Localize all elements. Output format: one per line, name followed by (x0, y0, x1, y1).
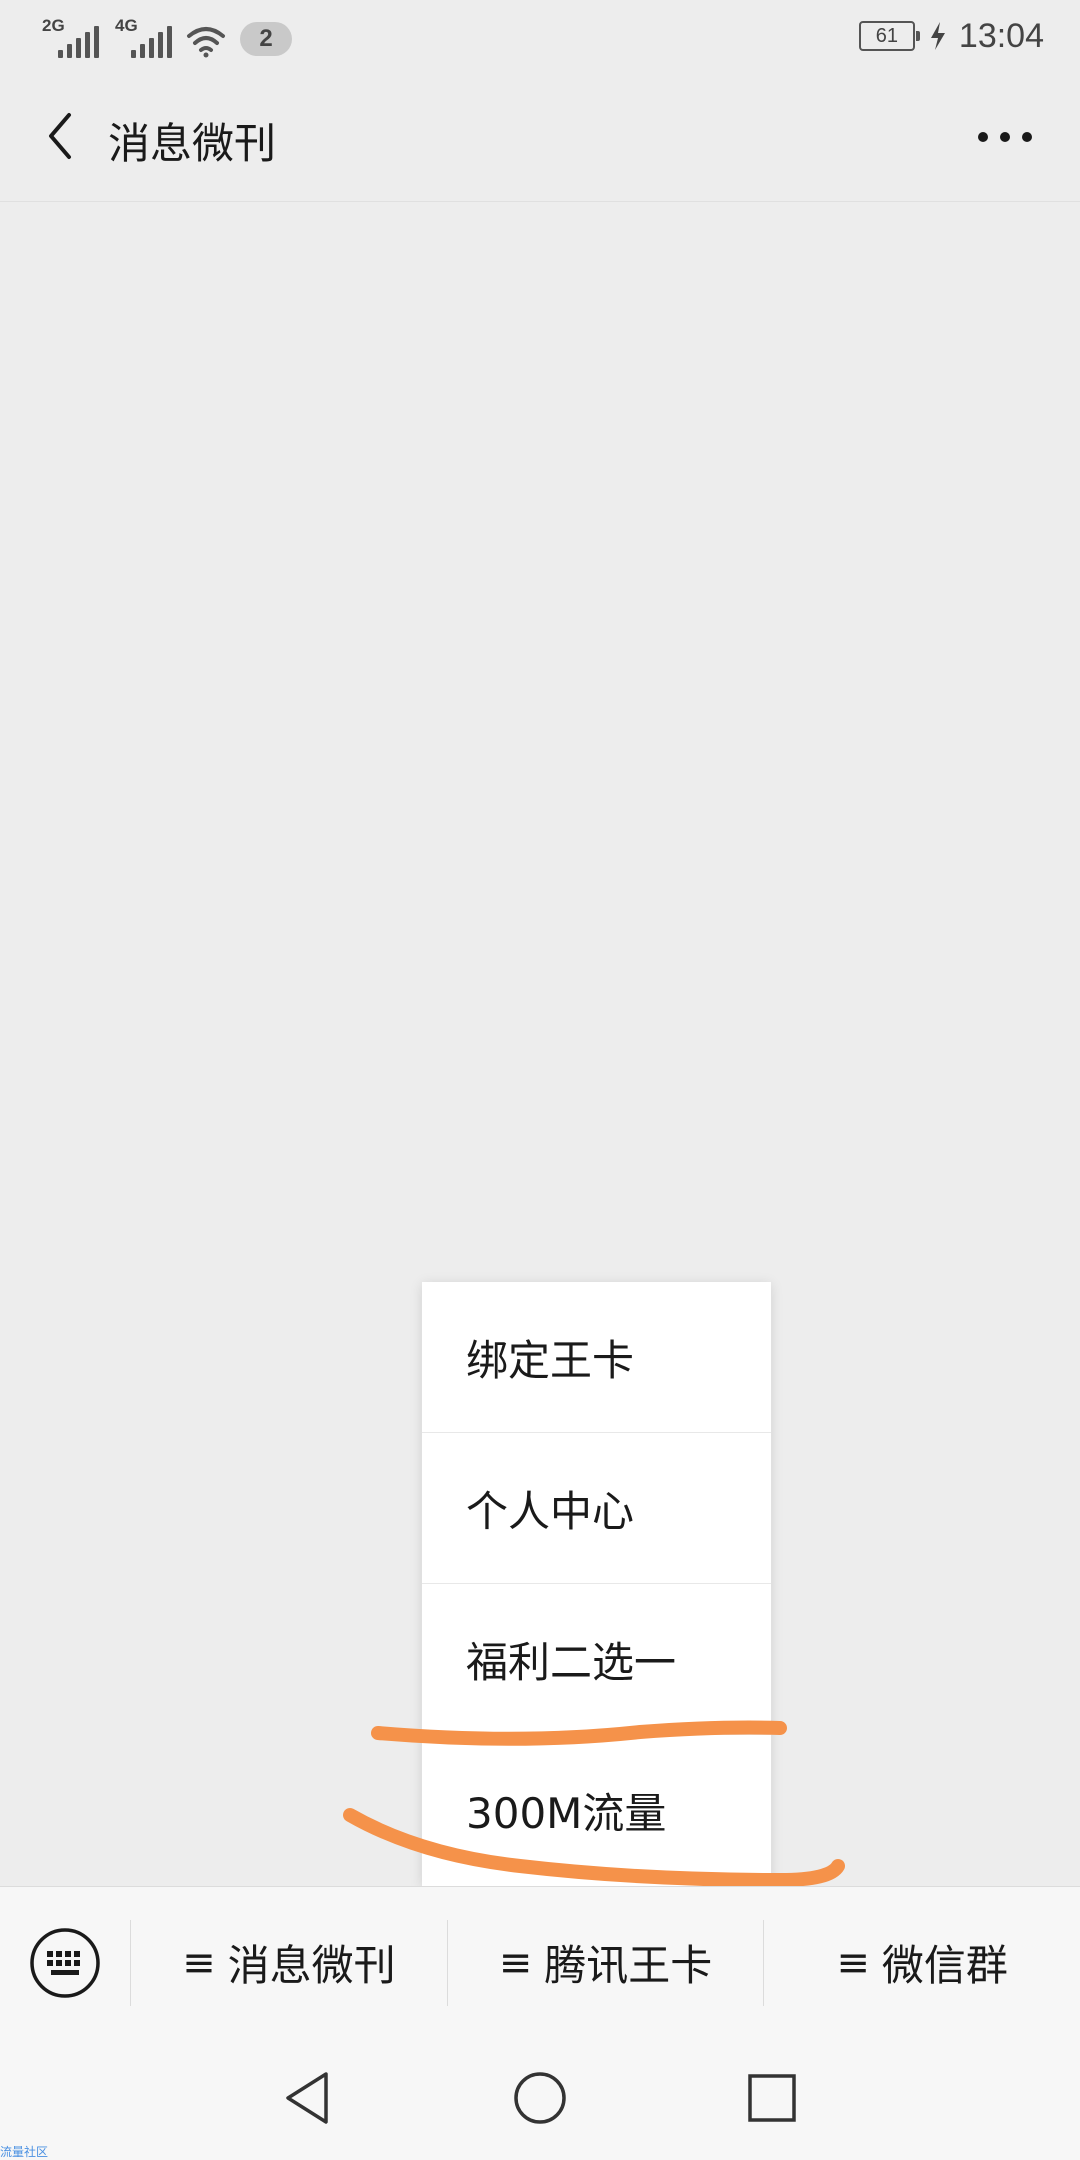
menu-list-icon: ≡ (182, 1939, 216, 1986)
menu-tab-label: 腾讯王卡 (544, 1941, 713, 1990)
notification-count-badge: 2 (240, 22, 292, 56)
menu-tab-tencent-wangka[interactable]: ≡ 腾讯王卡 (448, 1887, 764, 2039)
battery-level: 61 (875, 25, 899, 47)
more-button[interactable] (970, 112, 1040, 162)
sim2-signal-icon: 4G (113, 16, 172, 58)
bottom-menu-bar: ≡ 消息微刊 ≡ 腾讯王卡 ≡ 微信群 (0, 1886, 1080, 2038)
nav-bar: 消息微刊 (0, 72, 1080, 202)
menu-list-icon: ≡ (836, 1939, 870, 1986)
status-left: 2G 4G 2 (40, 14, 292, 58)
clock: 13:04 (958, 16, 1044, 55)
watermark-text: 流量社区 (0, 2145, 49, 2159)
menu-tab-label: 消息微刊 (227, 1941, 396, 1990)
wifi-icon (187, 27, 225, 58)
menu-item-bind-wangka[interactable]: 绑定王卡 (422, 1282, 771, 1433)
menu-tab-news[interactable]: ≡ 消息微刊 (131, 1887, 447, 2039)
keyboard-icon (30, 1927, 100, 1998)
charging-icon (930, 22, 945, 50)
screen: 2G 4G 2 61 13:04 消息微刊 绑定王卡 个人中心 福利二选一 30… (0, 0, 1080, 2160)
sim1-network-label: 2G (42, 16, 65, 35)
sim1-signal-icon: 2G (40, 16, 99, 58)
popup-menu: 绑定王卡 个人中心 福利二选一 300M流量 (422, 1282, 771, 1886)
page-title: 消息微刊 (108, 119, 277, 168)
menu-item-300m-data[interactable]: 300M流量 (422, 1735, 771, 1886)
menu-list-icon: ≡ (498, 1939, 533, 1986)
status-bar: 2G 4G 2 61 13:04 (0, 0, 1080, 72)
menu-item-personal-center[interactable]: 个人中心 (422, 1433, 771, 1584)
chevron-left-icon (49, 113, 71, 159)
status-right: 61 13:04 (858, 14, 1044, 58)
sim2-network-label: 4G (115, 16, 138, 35)
system-nav-bar: 流量社区 (0, 2038, 1080, 2160)
nav-back-icon[interactable] (278, 2068, 338, 2128)
ellipsis-icon (978, 132, 1032, 142)
back-button[interactable] (30, 106, 90, 166)
battery-icon: 61 (858, 21, 920, 51)
menu-tab-label: 微信群 (881, 1941, 1008, 1990)
nav-recents-icon[interactable] (742, 2068, 802, 2128)
nav-home-icon[interactable] (510, 2068, 570, 2128)
menu-item-benefit-choice[interactable]: 福利二选一 (422, 1584, 771, 1735)
menu-tab-wechat-group[interactable]: ≡ 微信群 (764, 1887, 1080, 2039)
keyboard-toggle-button[interactable] (0, 1887, 130, 2039)
